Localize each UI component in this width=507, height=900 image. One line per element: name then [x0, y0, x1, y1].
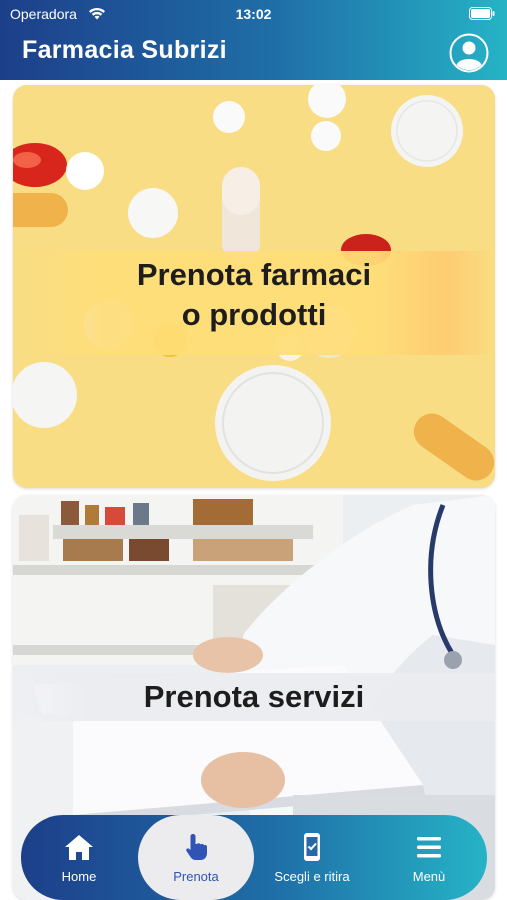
user-circle-icon[interactable]	[449, 33, 489, 73]
book-medicines-banner: Prenota farmaci o prodotti	[13, 251, 495, 355]
home-icon	[65, 835, 93, 860]
tab-prenota-label: Prenota	[173, 869, 219, 884]
tab-menu-label: Menù	[412, 869, 446, 884]
pointing-hand-icon	[186, 834, 207, 860]
tab-menu[interactable]: Menù	[374, 815, 484, 900]
app-title: Farmacia Subrizi	[22, 36, 227, 64]
phone-check-icon	[304, 833, 320, 861]
hamburger-menu-icon	[417, 837, 441, 858]
status-time: 13:02	[235, 6, 272, 22]
tab-home-label: Home	[61, 869, 97, 884]
book-medicines-card[interactable]: Prenota farmaci o prodotti	[13, 85, 495, 488]
tab-scegli-label: Scegli e ritira	[274, 869, 350, 884]
tab-prenota[interactable]: Prenota	[138, 815, 254, 900]
book-medicines-line1: Prenota farmaci	[136, 257, 372, 292]
bottom-tab-bar: Home Prenota Scegli e ritira Menù	[21, 815, 487, 900]
tab-scegli-e-ritira[interactable]: Scegli e ritira	[256, 815, 368, 900]
app-header: Operadora 13:02 Farmacia Subrizi	[0, 0, 507, 80]
status-bar: Operadora 13:02	[0, 0, 507, 28]
book-services-banner: Prenota servizi	[13, 673, 495, 721]
book-medicines-line2: o prodotti	[181, 297, 327, 332]
battery-icon	[469, 7, 495, 20]
tab-home[interactable]: Home	[24, 815, 134, 900]
